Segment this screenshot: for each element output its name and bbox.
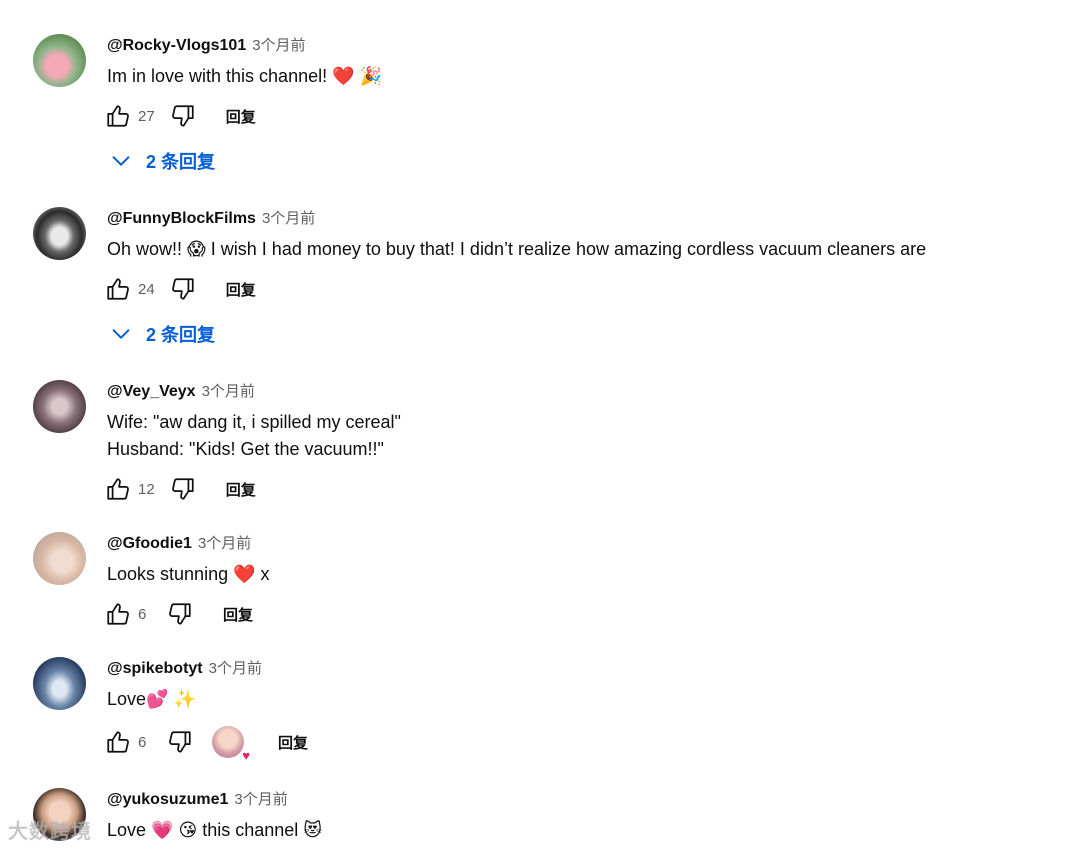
comment-text: Oh wow!! 😱 I wish I had money to buy tha… — [107, 239, 927, 259]
dislike-button[interactable] — [165, 599, 195, 629]
like-count: 12 — [138, 480, 155, 498]
comment-timestamp[interactable]: 3个月前 — [209, 660, 262, 677]
comment-header: @Rocky-Vlogs101 3个月前 — [107, 35, 306, 57]
avatar[interactable] — [33, 380, 86, 433]
comment-actions: 24 回复 — [103, 274, 256, 304]
comment-header: @FunnyBlockFilms 3个月前 — [107, 208, 315, 230]
thumbs-up-icon — [105, 476, 131, 502]
comment-header: @spikebotyt 3个月前 — [107, 658, 262, 680]
reply-button[interactable]: 回复 — [278, 732, 308, 753]
comment-text: Looks stunning ❤️ x — [107, 564, 270, 584]
comment-timestamp[interactable]: 3个月前 — [202, 383, 255, 400]
thumbs-up-icon — [105, 276, 131, 302]
like-button[interactable] — [103, 101, 133, 131]
like-count: 27 — [138, 107, 155, 125]
dislike-button[interactable] — [168, 274, 198, 304]
comment-author[interactable]: @Vey_Veyx — [107, 383, 196, 400]
chevron-down-icon — [110, 150, 132, 172]
comment-text: Husband: "Kids! Get the vacuum!!" — [107, 439, 384, 459]
reply-button[interactable]: 回复 — [226, 279, 256, 300]
comment-actions: 27 回复 — [103, 101, 256, 131]
reply-button[interactable]: 回复 — [223, 604, 253, 625]
creator-avatar: ♥ — [212, 726, 250, 762]
comment-text: Im in love with this channel! ❤️ 🎉 — [107, 66, 382, 86]
like-button[interactable] — [103, 599, 133, 629]
replies-count-label: 2 条回复 — [146, 325, 216, 345]
heart-icon: ♥ — [242, 748, 250, 763]
avatar[interactable] — [33, 532, 86, 585]
avatar[interactable] — [33, 207, 86, 260]
view-replies-button[interactable]: 2 条回复 — [110, 319, 215, 349]
comment-timestamp[interactable]: 3个月前 — [234, 791, 287, 808]
like-count: 6 — [138, 605, 147, 623]
comment-actions: 12 回复 — [103, 474, 256, 504]
dislike-button[interactable] — [168, 101, 198, 131]
comment-text: Wife: "aw dang it, i spilled my cereal" — [107, 412, 401, 432]
comment-header: @Gfoodie1 3个月前 — [107, 533, 251, 555]
thumbs-down-icon — [167, 729, 193, 755]
reply-button[interactable]: 回复 — [226, 479, 256, 500]
thumbs-down-icon — [170, 276, 196, 302]
watermark: 大数跨境 — [8, 821, 92, 843]
comment-text: Love💕 ✨ — [107, 689, 196, 709]
replies-count-label: 2 条回复 — [146, 152, 216, 172]
comment-author[interactable]: @yukosuzume1 — [107, 791, 228, 808]
creator-heart-badge[interactable]: ♥ — [212, 726, 250, 762]
view-replies-button[interactable]: 2 条回复 — [110, 146, 215, 176]
like-button[interactable] — [103, 474, 133, 504]
comment-timestamp[interactable]: 3个月前 — [252, 37, 305, 54]
comment-author[interactable]: @spikebotyt — [107, 660, 203, 677]
avatar[interactable] — [33, 34, 86, 87]
like-button[interactable] — [103, 727, 133, 757]
thumbs-up-icon — [105, 601, 131, 627]
reply-button[interactable]: 回复 — [226, 106, 256, 127]
thumbs-down-icon — [167, 601, 193, 627]
comment-author[interactable]: @FunnyBlockFilms — [107, 210, 256, 227]
like-count: 24 — [138, 280, 155, 298]
like-count: 6 — [138, 733, 147, 751]
thumbs-down-icon — [170, 103, 196, 129]
comment-header: @Vey_Veyx 3个月前 — [107, 381, 255, 403]
comment-timestamp[interactable]: 3个月前 — [198, 535, 251, 552]
comment-header: @yukosuzume1 3个月前 — [107, 789, 288, 811]
thumbs-down-icon — [170, 476, 196, 502]
comment-author[interactable]: @Gfoodie1 — [107, 535, 192, 552]
comment-actions: 6 ♥ 回复 — [103, 726, 308, 762]
chevron-down-icon — [110, 323, 132, 345]
comment-timestamp[interactable]: 3个月前 — [262, 210, 315, 227]
avatar[interactable] — [33, 657, 86, 710]
dislike-button[interactable] — [168, 474, 198, 504]
dislike-button[interactable] — [165, 727, 195, 757]
comment-actions: 6 回复 — [103, 599, 253, 629]
thumbs-up-icon — [105, 729, 131, 755]
comment-text: Love 💗 😘 this channel 😻 — [107, 820, 323, 840]
like-button[interactable] — [103, 274, 133, 304]
thumbs-up-icon — [105, 103, 131, 129]
comment-author[interactable]: @Rocky-Vlogs101 — [107, 37, 246, 54]
